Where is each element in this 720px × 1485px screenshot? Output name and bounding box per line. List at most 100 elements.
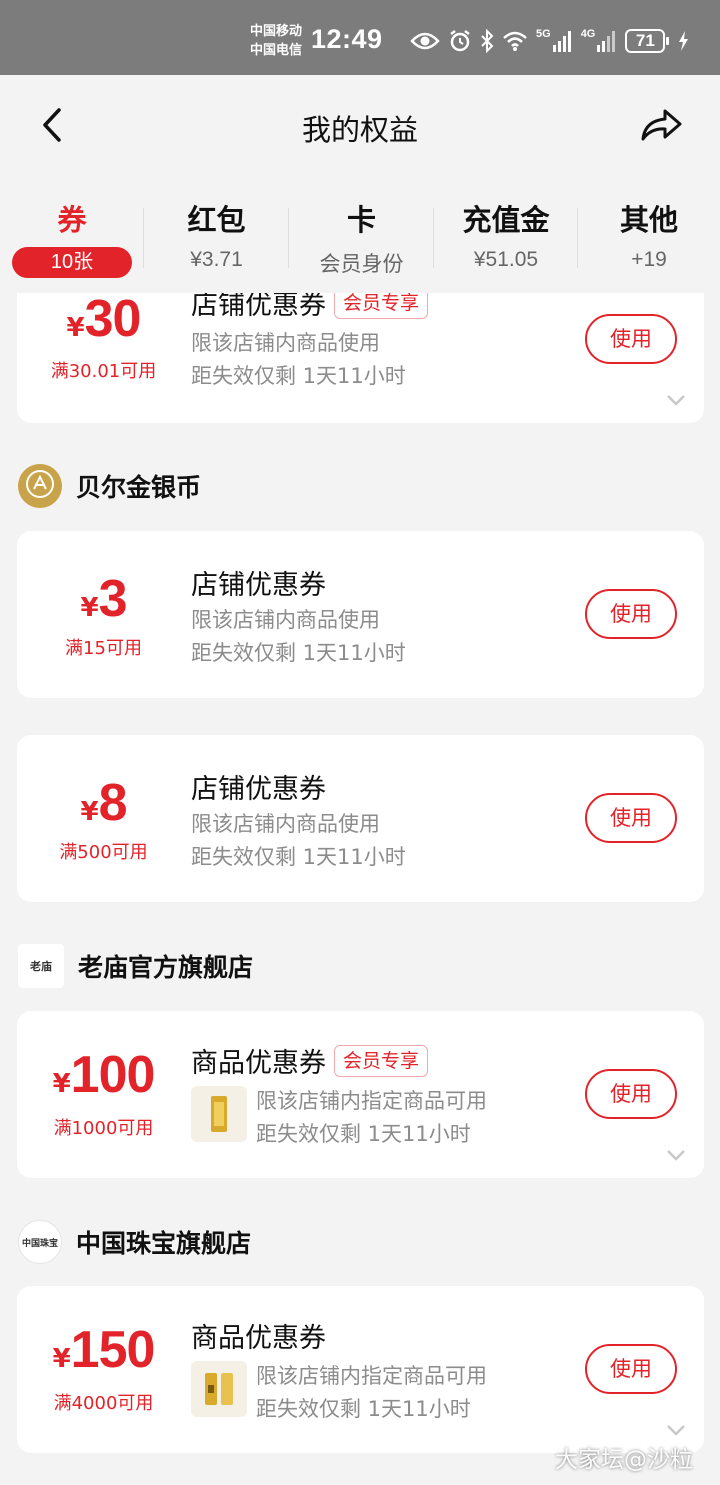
coupon-list[interactable]: ¥30 满30.01可用 店铺优惠券 会员专享 限该店铺内商品使用 距失效仅剩 … [0,293,720,1485]
brand-logo-icon: 老庙 [30,960,52,973]
tab-other[interactable]: 其他 +19 [578,178,720,293]
currency-symbol: ¥ [66,313,85,343]
member-exclusive-tag: 会员专享 [334,1044,429,1077]
coupon-expiry: 距失效仅剩 1天11小时 [256,1397,471,1421]
tab-red-packets[interactable]: 红包 ¥3.71 [144,178,289,293]
store-name: 中国珠宝旗舰店 [76,1229,252,1258]
coupon-scope: 限该店铺内商品使用 [191,812,380,836]
use-coupon-button[interactable]: 使用 [585,793,677,843]
status-bar: 中国移动 中国电信 12:49 5G 4G 71 [0,0,720,75]
wifi-icon [502,30,528,52]
category-tabs: 券 10张 红包 ¥3.71 卡 会员身份 充值金 ¥51.05 其他 +19 [0,178,720,293]
bluetooth-icon [480,29,494,53]
signal-1-label: 5G [536,28,551,40]
coupon-condition: 满30.01可用 [50,361,157,382]
chevron-down-icon[interactable] [665,392,687,406]
tab-label: 红包 [187,203,246,237]
coupon-title: 店铺优惠券 [191,774,326,805]
coupon-scope: 限该店铺内商品使用 [191,608,380,632]
store-header[interactable]: 贝尔金银币 [18,464,201,508]
eye-icon [410,31,440,51]
coupon-price: ¥100 [17,1045,190,1105]
coupon-title: 商品优惠券 [191,1323,326,1354]
carrier-labels: 中国移动 中国电信 [250,22,302,60]
signal-bars-icon [552,30,573,52]
tab-label: 充值金 [462,203,550,237]
tab-sub-value: ¥3.71 [190,248,243,271]
coupon-price: ¥30 [17,293,190,349]
use-coupon-button[interactable]: 使用 [585,314,677,364]
store-logo: 中国珠宝 [18,1220,62,1264]
tab-coupons[interactable]: 券 10张 [0,178,144,293]
alarm-icon [448,29,472,53]
store-name: 老庙官方旗舰店 [78,953,254,982]
signal-bars-icon [597,30,617,52]
tab-sub-value: 会员身份 [319,253,404,276]
currency-symbol: ¥ [52,1069,71,1099]
coupon-card: ¥3 满15可用 店铺优惠券 限该店铺内商品使用 距失效仅剩 1天11小时 使用 [17,531,704,698]
carrier-2: 中国电信 [250,43,303,58]
coupon-title-row: 商品优惠券 [191,1316,326,1355]
coupon-expiry: 距失效仅剩 1天11小时 [256,1122,471,1146]
coupon-price: ¥8 [17,773,190,833]
coupon-title: 店铺优惠券 [191,570,326,601]
coupon-title-row: 商品优惠券 会员专享 [191,1041,429,1080]
tab-label: 券 [57,203,87,237]
use-coupon-button[interactable]: 使用 [585,1344,677,1394]
coupon-scope: 限该店铺内商品使用 [191,331,380,355]
coupon-card: ¥30 满30.01可用 店铺优惠券 会员专享 限该店铺内商品使用 距失效仅剩 … [17,293,704,423]
coupon-card: ¥8 满500可用 店铺优惠券 限该店铺内商品使用 距失效仅剩 1天11小时 使… [17,735,704,902]
use-coupon-button[interactable]: 使用 [585,1069,677,1119]
coupon-expiry: 距失效仅剩 1天11小时 [191,364,406,388]
coupon-scope: 限该店铺内指定商品可用 [256,1089,487,1113]
tab-stored-value[interactable]: 充值金 ¥51.05 [434,178,578,293]
coupon-amount: 150 [70,1321,156,1379]
coupon-condition: 满15可用 [65,638,142,659]
chevron-down-icon[interactable] [665,1147,687,1161]
coupon-condition: 满1000可用 [53,1118,154,1139]
brand-logo-icon [25,469,55,503]
share-button[interactable] [636,103,686,151]
coupon-amount: 8 [98,774,128,832]
signal-2-label: 4G [580,28,596,40]
coupon-title: 店铺优惠券 [191,293,326,321]
coupon-count-badge: 10张 [12,247,132,278]
clock: 12:49 [311,24,383,54]
tab-label: 其他 [619,203,678,237]
coupon-card: ¥150 满4000可用 商品优惠券 限该店铺内指定商品可用 距失效仅剩 1天1… [17,1286,704,1453]
product-thumbnail[interactable] [191,1086,247,1142]
currency-symbol: ¥ [80,797,99,827]
coupon-expiry: 距失效仅剩 1天11小时 [191,641,406,665]
use-coupon-button[interactable]: 使用 [585,589,677,639]
chevron-down-icon[interactable] [665,1422,687,1436]
coupon-amount: 100 [70,1046,156,1104]
product-thumbnail[interactable] [191,1361,247,1417]
tab-sub-value: ¥51.05 [473,248,539,271]
store-logo: 老庙 [18,944,64,988]
coupon-condition: 满500可用 [59,842,148,863]
tab-cards[interactable]: 卡 会员身份 [289,178,434,293]
page-title: 我的权益 [301,113,418,147]
top-nav-bar: 我的权益 [0,75,720,178]
watermark: 大家坛@沙粒 [555,1447,693,1473]
share-arrow-icon [639,107,683,147]
coupon-amount: 3 [98,570,128,628]
tab-sub-value: +19 [631,248,667,271]
coupon-expiry: 距失效仅剩 1天11小时 [191,845,406,869]
coupon-amount: 30 [84,293,142,348]
brand-logo-icon: 中国珠宝 [21,1238,58,1249]
coupon-condition: 满4000可用 [53,1393,154,1414]
coupon-title-row: 店铺优惠券 会员专享 [191,293,429,322]
coupon-price: ¥3 [17,569,190,629]
coupon-scope: 限该店铺内指定商品可用 [256,1364,487,1388]
coupon-price: ¥150 [17,1320,190,1380]
coupon-title-row: 店铺优惠券 [191,767,326,806]
store-header[interactable]: 中国珠宝 中国珠宝旗舰店 [18,1220,251,1264]
tab-label: 卡 [346,203,376,237]
store-header[interactable]: 老庙 老庙官方旗舰店 [18,944,253,988]
store-logo [18,464,62,508]
store-name: 贝尔金银币 [76,473,202,502]
currency-symbol: ¥ [80,593,99,623]
coupon-card: ¥100 满1000可用 商品优惠券 会员专享 限该店铺内指定商品可用 距失效仅… [17,1011,704,1178]
coupon-title-row: 店铺优惠券 [191,563,326,602]
